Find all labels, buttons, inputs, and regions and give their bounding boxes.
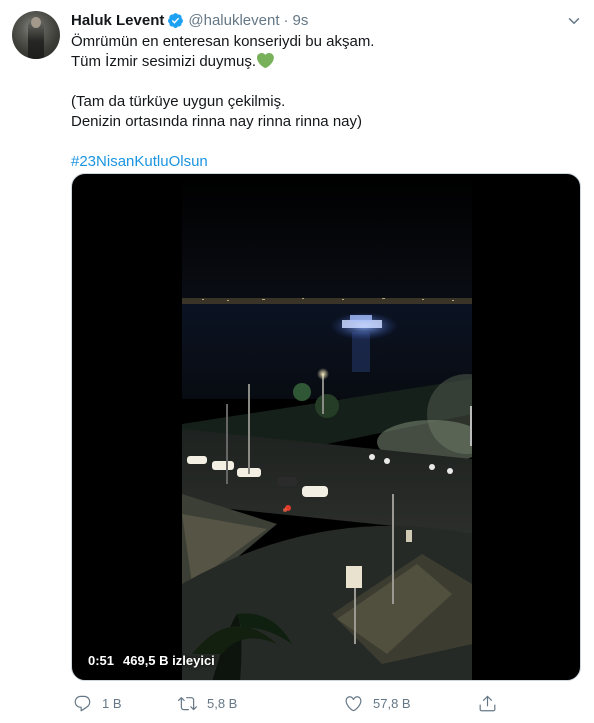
tweet-text-line: Ömrümün en enteresan konseriydi bu akşam…: [71, 33, 375, 50]
tweet-timestamp[interactable]: 9s: [293, 12, 309, 29]
like-count: 57,8 B: [373, 695, 411, 711]
video-frame: [182, 174, 472, 680]
tweet-text-line: Tüm İzmir sesimizi duymuş.: [71, 52, 581, 72]
reply-icon: [74, 695, 91, 711]
video-status-bar: 0:51 469,5 B izleyici: [72, 640, 580, 680]
tweet-hashtag-line: #23NisanKutluOlsun: [71, 152, 581, 172]
share-button[interactable]: [478, 690, 497, 716]
tweet[interactable]: Haluk Levent @haluklevent · 9s Ömrümün e…: [0, 0, 594, 723]
reply-button[interactable]: 1 B: [73, 690, 122, 716]
video-player[interactable]: 0:51 469,5 B izleyici: [71, 173, 581, 681]
author-display-name[interactable]: Haluk Levent: [71, 12, 164, 29]
green-heart-icon: [257, 53, 274, 68]
retweet-icon: [178, 696, 197, 710]
author-handle[interactable]: @haluklevent: [188, 12, 279, 29]
tweet-text: Ömrümün en enteresan konseriydi bu akşam…: [71, 32, 581, 172]
chevron-down-icon[interactable]: [565, 12, 583, 30]
verified-badge-icon: [168, 12, 184, 28]
avatar-head: [31, 17, 41, 28]
reply-count: 1 B: [102, 695, 122, 711]
tweet-text-line: (Tam da türküye uygun çekilmiş.: [71, 93, 286, 110]
tweet-text-line: Denizin ortasında rinna nay rinna rinna …: [71, 113, 362, 130]
separator-dot: ·: [283, 11, 289, 29]
hashtag-link[interactable]: #23NisanKutluOlsun: [71, 153, 208, 170]
retweet-count: 5,8 B: [207, 695, 238, 711]
like-button[interactable]: 57,8 B: [344, 690, 411, 716]
video-duration: 0:51: [88, 653, 115, 668]
video-view-count: 469,5 B izleyici: [123, 653, 215, 668]
tweet-header: Haluk Levent @haluklevent · 9s: [71, 10, 308, 30]
retweet-button[interactable]: 5,8 B: [178, 690, 237, 716]
tweet-actions: 1 B 5,8 B 57,8 B: [71, 690, 501, 716]
avatar[interactable]: [12, 11, 60, 59]
like-icon: [345, 695, 362, 711]
share-icon: [479, 695, 496, 711]
